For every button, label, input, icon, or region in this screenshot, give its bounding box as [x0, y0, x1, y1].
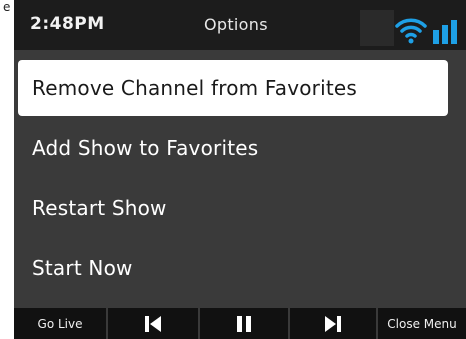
stray-character: e [3, 0, 11, 14]
wifi-icon [395, 18, 427, 44]
go-live-button[interactable]: Go Live [14, 308, 106, 339]
menu-item-add-show-to-favorites[interactable]: Add Show to Favorites [18, 120, 448, 176]
pause-icon [237, 315, 251, 332]
menu-item-remove-channel-from-favorites[interactable]: Remove Channel from Favorites [18, 60, 448, 116]
screen-title: Options [204, 15, 268, 34]
skip-forward-icon [325, 315, 341, 332]
skip-forward-button[interactable] [290, 308, 376, 339]
skip-back-button[interactable] [108, 308, 198, 339]
pause-button[interactable] [200, 308, 288, 339]
clock-time: 2:48PM [30, 14, 105, 34]
left-margin: e [0, 0, 14, 339]
options-menu: Remove Channel from Favorites Add Show t… [14, 50, 466, 308]
close-menu-button[interactable]: Close Menu [378, 308, 466, 339]
menu-item-start-now[interactable]: Start Now [18, 240, 448, 296]
status-bar: 2:48PM Options [14, 0, 466, 50]
playback-bar: Go Live Close Menu [14, 308, 466, 339]
signal-strength-icon [433, 20, 457, 44]
skip-back-icon [145, 315, 161, 332]
menu-item-restart-show[interactable]: Restart Show [18, 180, 448, 236]
device-screen: 2:48PM Options Remove Channel from Favor… [14, 0, 466, 339]
status-placeholder-block [360, 10, 394, 46]
